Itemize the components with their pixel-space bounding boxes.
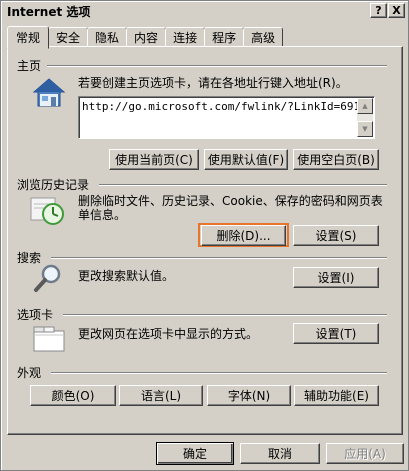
history-settings-button[interactable]: 设置(S) bbox=[293, 225, 379, 246]
scroll-up-icon[interactable]: ▲ bbox=[357, 98, 373, 114]
tabs-separator bbox=[63, 314, 387, 316]
use-blank-button[interactable]: 使用空白页(B) bbox=[293, 149, 379, 170]
tab-programs[interactable]: 程序 bbox=[204, 27, 245, 47]
tab-privacy[interactable]: 隐私 bbox=[87, 27, 128, 47]
tab-general[interactable]: 常规 bbox=[7, 26, 50, 49]
internet-options-dialog: Internet 选项 ? X 常规 安全 隐私 内容 连接 程序 高级 主页 … bbox=[0, 0, 409, 471]
search-description: 更改搜索默认值。 bbox=[78, 269, 175, 283]
url-scrollbar[interactable]: ▲ ▼ bbox=[357, 98, 373, 137]
homepage-description: 若要创建主页选项卡，请在各地址行键入地址(R)。 bbox=[78, 76, 348, 90]
languages-button[interactable]: 语言(L) bbox=[119, 385, 203, 406]
homepage-separator bbox=[47, 65, 387, 67]
appearance-separator bbox=[51, 372, 387, 374]
appearance-section-label: 外观 bbox=[17, 366, 42, 380]
tab-security[interactable]: 安全 bbox=[48, 27, 89, 47]
history-section-label: 浏览历史记录 bbox=[17, 178, 90, 192]
accessibility-button[interactable]: 辅助功能(E) bbox=[294, 385, 379, 406]
tabs-settings-button[interactable]: 设置(T) bbox=[293, 323, 379, 344]
delete-history-button[interactable]: 删除(D)... bbox=[201, 225, 286, 246]
window-title: Internet 选项 bbox=[7, 4, 91, 19]
homepage-url-field[interactable]: http://go.microsoft.com/fwlink/?LinkId=6… bbox=[78, 96, 375, 139]
tab-connections[interactable]: 连接 bbox=[165, 27, 206, 47]
title-bar[interactable]: Internet 选项 ? X bbox=[3, 3, 406, 19]
close-button[interactable]: X bbox=[388, 3, 405, 18]
tab-advanced[interactable]: 高级 bbox=[243, 27, 284, 47]
fonts-button[interactable]: 字体(N) bbox=[207, 385, 291, 406]
scroll-down-icon[interactable]: ▼ bbox=[357, 121, 373, 137]
homepage-url-text: http://go.microsoft.com/fwlink/?LinkId=6… bbox=[82, 100, 374, 113]
search-separator bbox=[51, 257, 387, 259]
house-icon bbox=[32, 78, 66, 107]
tab-content[interactable]: 内容 bbox=[126, 27, 167, 47]
cancel-button[interactable]: 取消 bbox=[240, 443, 320, 464]
magnifier-icon bbox=[34, 264, 61, 292]
homepage-section-label: 主页 bbox=[17, 59, 42, 73]
use-current-button[interactable]: 使用当前页(C) bbox=[109, 149, 199, 170]
tabs-section-label: 选项卡 bbox=[17, 308, 54, 322]
history-description: 删除临时文件、历史记录、Cookie、保存的密码和网页表单信息。 bbox=[78, 194, 383, 222]
use-default-button[interactable]: 使用默认值(F) bbox=[204, 149, 288, 170]
tabbed-window-icon bbox=[33, 326, 65, 352]
history-clock-icon bbox=[30, 197, 64, 225]
colors-button[interactable]: 颜色(O) bbox=[30, 385, 116, 406]
apply-button[interactable]: 应用(A) bbox=[326, 443, 404, 464]
ok-button[interactable]: 确定 bbox=[156, 442, 234, 465]
help-button[interactable]: ? bbox=[370, 3, 387, 18]
search-settings-button[interactable]: 设置(I) bbox=[293, 267, 379, 288]
tabs-description: 更改网页在选项卡中显示的方式。 bbox=[78, 327, 259, 341]
tab-strip: 常规 安全 隐私 内容 连接 程序 高级 bbox=[7, 25, 284, 49]
history-separator bbox=[99, 184, 387, 186]
